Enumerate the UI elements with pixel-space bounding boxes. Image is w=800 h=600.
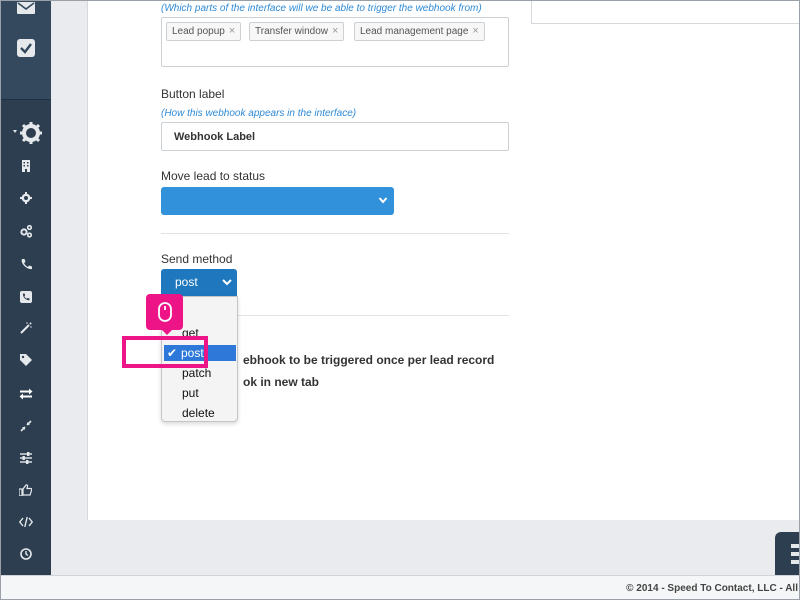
- building-icon[interactable]: [0, 159, 51, 173]
- side-panel-box: [531, 0, 800, 24]
- send-method-title: Send method: [161, 252, 233, 266]
- cogs-icon[interactable]: [0, 223, 51, 239]
- cog-icon[interactable]: [0, 191, 51, 205]
- trigger-hint: (Which parts of the interface will we be…: [161, 3, 482, 14]
- trigger-once-option-label: ebhook to be triggered once per lead rec…: [243, 353, 495, 367]
- main-content: (Which parts of the interface will we be…: [51, 0, 800, 575]
- tag-icon[interactable]: [0, 352, 51, 368]
- tag-label: Transfer window: [255, 26, 328, 37]
- dropdown-option-post[interactable]: ✔ post: [164, 345, 236, 361]
- footer-copyright: © 2014 - Speed To Contact, LLC - All: [626, 583, 798, 594]
- tag-remove-icon[interactable]: ×: [229, 25, 235, 37]
- move-status-select[interactable]: [161, 187, 394, 215]
- tag-lead-management-page[interactable]: Lead management page ×: [354, 22, 485, 41]
- checkmark-icon: ✔: [167, 346, 178, 360]
- checkbox-icon[interactable]: [0, 36, 51, 60]
- exchange-icon[interactable]: [0, 386, 51, 402]
- send-method-value: post: [175, 275, 198, 289]
- code-icon[interactable]: [0, 514, 51, 530]
- chat-button[interactable]: [775, 532, 800, 575]
- dropdown-option-get[interactable]: get: [182, 326, 199, 340]
- dropdown-option-label: post: [181, 346, 204, 360]
- dropdown-option-put[interactable]: put: [182, 386, 199, 400]
- open-new-tab-option-label: ok in new tab: [243, 375, 320, 389]
- magic-wand-icon[interactable]: [0, 320, 51, 336]
- phone-square-icon[interactable]: [0, 289, 51, 305]
- footer: © 2014 - Speed To Contact, LLC - All: [0, 575, 800, 600]
- thumbs-up-icon[interactable]: [0, 482, 51, 498]
- mouse-icon: [146, 294, 183, 335]
- envelope-icon[interactable]: [0, 0, 51, 18]
- sidebar: [0, 0, 51, 575]
- clock-icon[interactable]: [0, 546, 51, 562]
- dropdown-option-delete[interactable]: delete: [182, 406, 215, 420]
- sliders-icon[interactable]: [0, 450, 51, 466]
- menu-icon: [791, 544, 800, 564]
- compress-icon[interactable]: [0, 418, 51, 434]
- tag-remove-icon[interactable]: ×: [332, 25, 338, 37]
- button-label-title: Button label: [161, 87, 225, 101]
- phone-icon[interactable]: [0, 256, 51, 272]
- tag-transfer-window[interactable]: Transfer window ×: [249, 22, 345, 41]
- tag-lead-popup[interactable]: Lead popup ×: [166, 22, 242, 41]
- chevron-down-icon: [378, 197, 388, 204]
- send-method-select[interactable]: post: [161, 269, 237, 296]
- tag-label: Lead popup: [172, 26, 225, 37]
- divider: [238, 315, 509, 316]
- move-status-title: Move lead to status: [161, 169, 266, 183]
- dropdown-option-patch[interactable]: patch: [182, 366, 211, 380]
- button-label-hint: (How this webhook appears in the interfa…: [161, 108, 357, 119]
- divider: [161, 233, 509, 234]
- gear-icon[interactable]: [0, 120, 51, 146]
- chevron-down-icon: [222, 279, 232, 286]
- tag-label: Lead management page: [360, 26, 469, 37]
- tag-remove-icon[interactable]: ×: [472, 25, 478, 37]
- trigger-tags-input[interactable]: Lead popup × Transfer window × Lead manage…: [161, 17, 509, 67]
- button-label-input[interactable]: [161, 122, 509, 151]
- settings-panel: (Which parts of the interface will we be…: [87, 0, 800, 520]
